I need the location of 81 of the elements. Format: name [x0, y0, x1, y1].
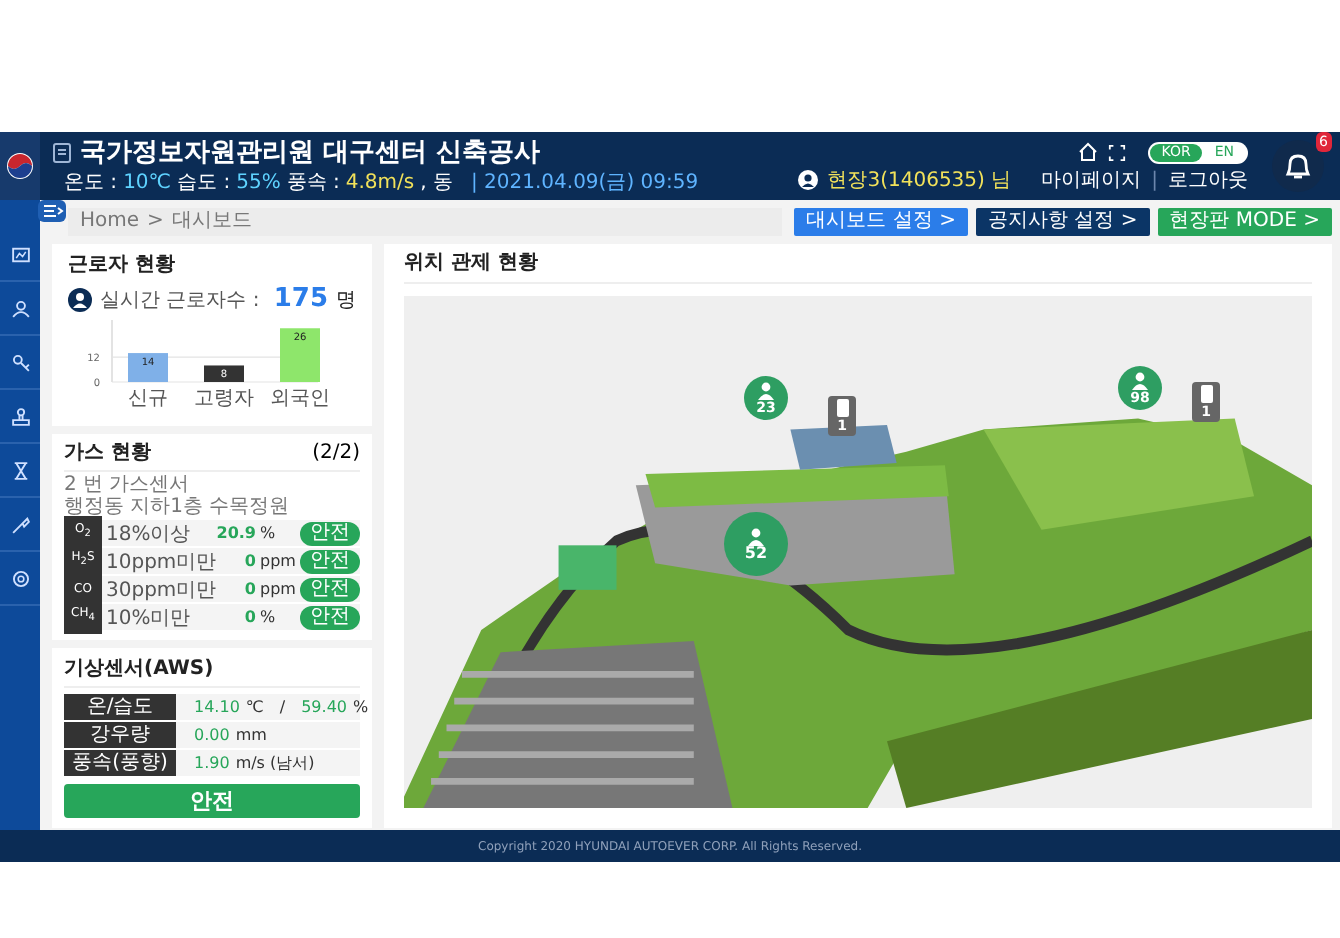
chart-icon[interactable] [9, 243, 31, 265]
hourglass-icon[interactable] [9, 459, 31, 481]
gas-unit: % [260, 524, 278, 542]
mypage-link[interactable]: 마이페이지 [1041, 169, 1142, 191]
sensor-value: 14.10 [194, 698, 240, 716]
gas-unit: % [260, 608, 278, 626]
status-badge: 안전 [300, 521, 360, 545]
weather-value: 10℃ [123, 172, 172, 194]
sensor-name: 2 번 가스센서 [64, 474, 190, 496]
person-icon[interactable] [9, 297, 31, 319]
gas-threshold: 30ppm미만 [106, 577, 219, 603]
bell-icon [1282, 150, 1314, 182]
weather-label: 온도 : [64, 172, 118, 194]
home-icon[interactable] [1077, 142, 1098, 162]
settings-button[interactable]: 현장판 MODE > [1157, 208, 1332, 236]
value-separator: / [279, 698, 286, 716]
worker-count: 175 [273, 284, 328, 314]
breadcrumb-current: 대시보드 [171, 210, 252, 234]
worker-icon [746, 526, 766, 546]
safety-status-button[interactable]: 안전 [64, 784, 360, 818]
status-badge: 안전 [300, 577, 360, 601]
worker-icon [756, 380, 776, 400]
fullscreen-icon[interactable] [1107, 143, 1126, 161]
weather-label: 습도 : [177, 172, 231, 194]
user-name: 현장3(1406535) 님 [827, 169, 1012, 191]
worker-icon [1130, 370, 1150, 390]
gas-threshold: 10ppm미만 [106, 549, 219, 575]
sensor-label: 강우량 [64, 722, 176, 748]
category-label: 신규 [128, 388, 168, 408]
sensor-location: 행정동 지하1층 수목정원 [64, 496, 290, 518]
site-title: 국가정보자원관리원 대구센터 신축공사 [80, 138, 541, 168]
gas-value: 20.9 [216, 524, 256, 542]
sensor-value: 0.00 [194, 726, 230, 744]
page-indicator: (2/2) [312, 442, 360, 466]
sensor-value: 1.90 [194, 754, 230, 772]
weather-value: 55% [236, 172, 281, 194]
logout-link[interactable]: 로그아웃 [1168, 169, 1248, 191]
gas-unit: ppm [260, 580, 296, 598]
sensor-label: 풍속(풍향) [64, 750, 176, 776]
breadcrumb-separator: > [147, 210, 164, 234]
document-icon [52, 142, 72, 164]
gas-unit: ppm [260, 552, 296, 570]
stamp-icon[interactable] [9, 405, 31, 427]
date-time: | 2021.04.09(금) 09:59 [470, 172, 699, 194]
settings-button[interactable]: 대시보드 설정 > [794, 208, 968, 236]
gas-threshold: 18%이상 [106, 521, 193, 547]
settings-button[interactable]: 공지사항 설정 > [975, 208, 1150, 236]
gas-value: 0 [244, 552, 256, 570]
category-label: 고령자 [194, 388, 254, 408]
weather-label: 풍속 : [286, 172, 340, 194]
card-title: 기상센서(AWS) [64, 658, 360, 688]
phone-icon [1199, 384, 1213, 404]
menu-icon[interactable] [38, 200, 66, 222]
worker-count-label: 실시간 근로자수 : [100, 287, 262, 313]
count-unit: 명 [336, 287, 356, 313]
gas-value: 0 [244, 580, 256, 598]
worker-icon [68, 287, 92, 311]
value-unit: ℃ [245, 698, 264, 716]
link-divider: | [1151, 169, 1158, 191]
weather-value: 4.8m/s [345, 172, 415, 194]
key-icon[interactable] [9, 351, 31, 373]
worker-count: 52 [744, 546, 768, 562]
sensor-label: 온/습도 [64, 694, 176, 720]
user-icon [797, 170, 818, 190]
value-unit: m/s (남서) [235, 752, 315, 774]
settings-icon[interactable] [9, 567, 31, 589]
wind-direction: , 동 [420, 172, 453, 194]
status-badge: 안전 [300, 549, 360, 573]
card-title: 위치 관제 현황 [404, 252, 1312, 284]
status-badge: 안전 [300, 605, 360, 629]
sensor-value: 59.40 [301, 698, 347, 716]
emblem-icon [6, 152, 34, 180]
gas-threshold: 10%미만 [106, 605, 193, 631]
value-unit: mm [235, 726, 267, 744]
phone-icon [835, 398, 849, 418]
card-title: 가스 현황 [64, 442, 151, 466]
value-unit: % [353, 698, 369, 716]
card-title: 근로자 현황 [68, 254, 177, 278]
gas-value: 0 [244, 608, 256, 626]
breadcrumb-home[interactable]: Home [80, 210, 140, 234]
category-label: 외국인 [270, 388, 330, 408]
